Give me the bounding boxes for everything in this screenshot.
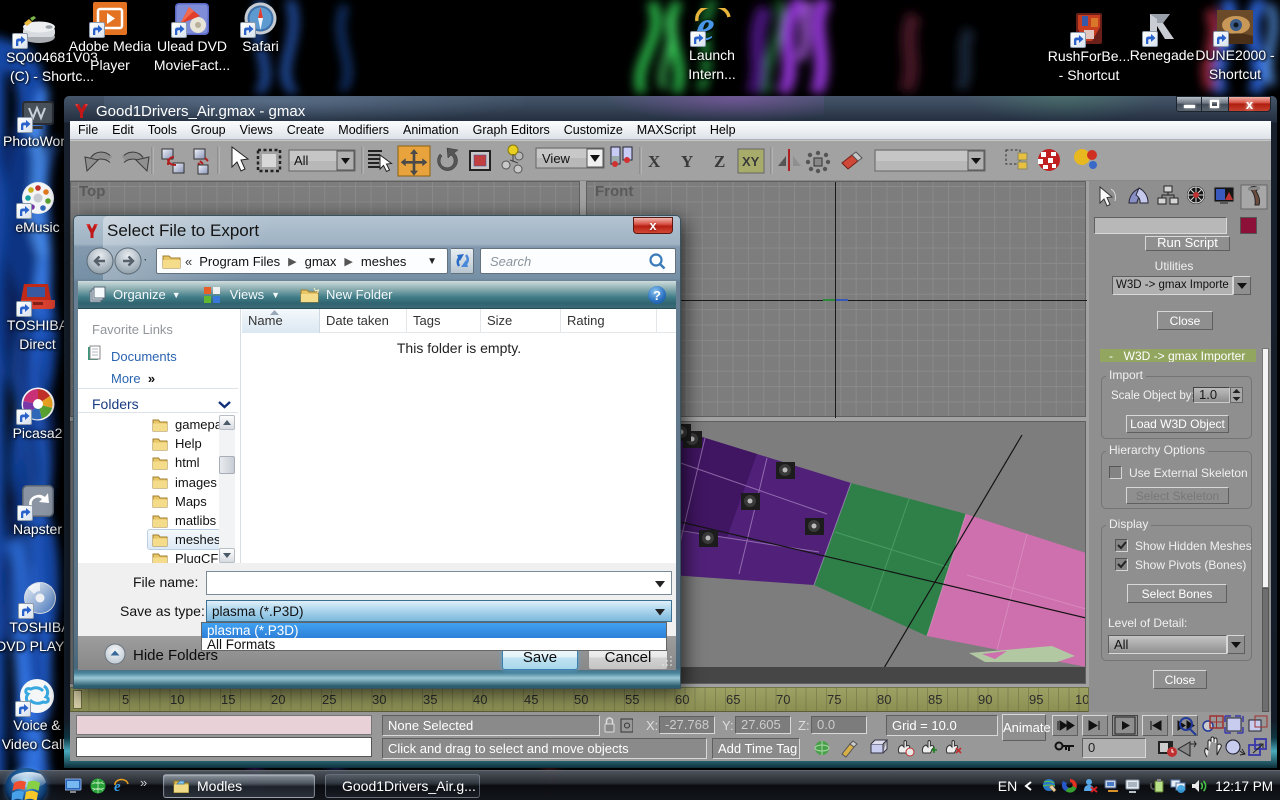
svg-text:All: All	[294, 153, 309, 168]
svg-text:XY: XY	[742, 154, 760, 169]
svg-text:View: View	[542, 151, 571, 166]
svg-text:Y: Y	[681, 152, 693, 171]
svg-text:X: X	[648, 152, 661, 171]
svg-text:?: ?	[653, 288, 661, 303]
svg-text:Z: Z	[714, 152, 725, 171]
